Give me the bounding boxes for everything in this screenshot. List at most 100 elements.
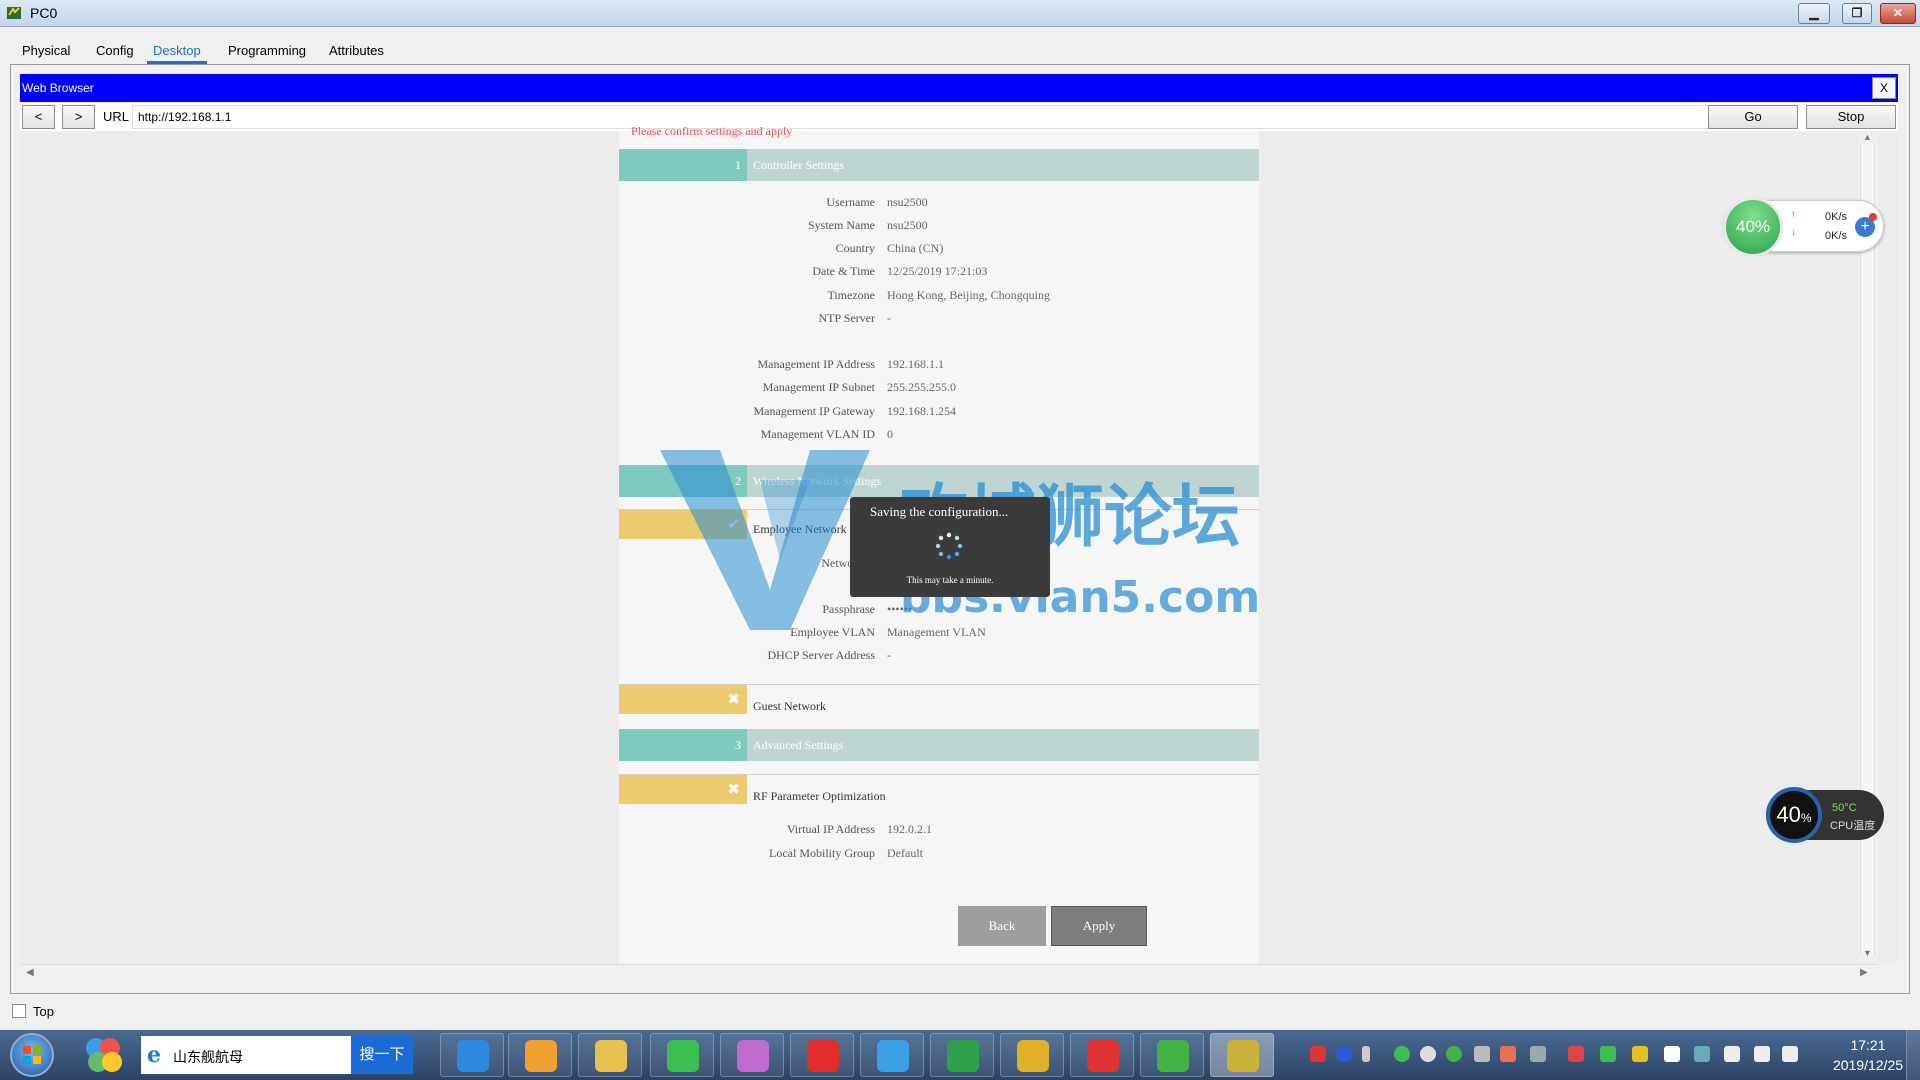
scroll-left-icon[interactable]: ◀: [26, 967, 34, 978]
taskbar-app-chrome[interactable]: [1000, 1033, 1064, 1077]
memory-usage-ball[interactable]: 40%: [1723, 197, 1783, 257]
maximize-button[interactable]: ❐: [1842, 3, 1872, 24]
taskbar-app-cloud[interactable]: [860, 1033, 924, 1077]
close-window-button[interactable]: ✕: [1880, 3, 1916, 24]
row-value: Hong Kong, Beijing, Chongquing: [887, 288, 1051, 302]
back-nav-button[interactable]: <: [22, 105, 55, 129]
taskbar-app-color-wheel[interactable]: [720, 1033, 784, 1077]
search-button[interactable]: 搜一下: [351, 1036, 413, 1074]
tray-red-icon[interactable]: [1310, 1046, 1326, 1062]
saving-title: Saving the configuration...: [870, 504, 1009, 519]
summary-row: Management IP Subnet 255.255.255.0: [619, 380, 1259, 396]
summary-row: Management IP Address 192.168.1.1: [619, 357, 1259, 373]
clock-time[interactable]: 17:21: [1838, 1037, 1898, 1053]
tray-qq-icon[interactable]: [1420, 1046, 1436, 1062]
bluetooth-icon[interactable]: [1664, 1046, 1680, 1062]
summary-row: System Name nsu2500: [619, 218, 1259, 234]
row-key: Timezone: [827, 288, 875, 302]
top-checkbox-label: Top: [33, 1004, 54, 1019]
tab-desktop[interactable]: Desktop: [147, 38, 207, 64]
window-titlebar: PC0 ▁ ❐ ✕: [0, 0, 1920, 27]
tray-plus-icon[interactable]: [1632, 1046, 1648, 1062]
row-value: -: [887, 311, 891, 325]
download-arrow-icon: ↓: [1791, 227, 1796, 238]
notification-dot: [1869, 213, 1877, 221]
summary-row: Employee VLAN Management VLAN: [619, 625, 1259, 641]
section-title: Wireless Network Settings: [753, 474, 882, 488]
packet-tracer-icon: [1227, 1040, 1259, 1072]
row-key: DHCP Server Address: [767, 648, 875, 662]
clock-date[interactable]: 2019/12/25: [1826, 1057, 1910, 1073]
row-value: Management VLAN: [887, 625, 986, 639]
taskbar-app-explorer[interactable]: [578, 1033, 642, 1077]
battery-icon[interactable]: [1754, 1046, 1770, 1062]
start-button[interactable]: [10, 1033, 54, 1077]
chrome-icon: [1017, 1040, 1049, 1072]
guest-network-header[interactable]: ✖ Guest Network: [619, 684, 1259, 714]
taskbar-app-green-doc[interactable]: [930, 1033, 994, 1077]
tray-users-icon[interactable]: [1500, 1046, 1516, 1062]
signal-icon[interactable]: [1724, 1046, 1740, 1062]
row-key: Management IP Address: [757, 357, 875, 371]
x-icon: ✖: [619, 775, 747, 804]
tray-expand-icon[interactable]: [1362, 1046, 1370, 1062]
taskbar-search-box[interactable]: e 山东舰航母: [141, 1036, 351, 1074]
taskbar-app-packet-tracer[interactable]: [1210, 1033, 1274, 1077]
rf-parameter-header[interactable]: ✖ RF Parameter Optimization: [619, 774, 1259, 804]
summary-row: Management VLAN ID 0: [619, 427, 1259, 443]
tray-window-icon[interactable]: [1474, 1046, 1490, 1062]
row-value: 255.255.255.0: [887, 380, 956, 394]
taskbar-app-red-q[interactable]: [790, 1033, 854, 1077]
go-button[interactable]: Go: [1708, 105, 1798, 129]
tray-monitor-icon[interactable]: [1694, 1046, 1710, 1062]
tab-physical[interactable]: Physical: [16, 38, 76, 64]
forward-nav-button[interactable]: >: [62, 105, 95, 129]
back-button[interactable]: Back: [958, 906, 1046, 946]
row-value: Default: [887, 846, 923, 860]
volume-icon[interactable]: [1782, 1046, 1798, 1062]
scroll-up-icon[interactable]: ▲: [1863, 132, 1872, 142]
tray-network-off-icon[interactable]: [1568, 1046, 1584, 1062]
subsection-title: Guest Network: [753, 699, 826, 713]
scroll-right-icon[interactable]: ▶: [1860, 967, 1868, 978]
taskbar-app-wechat[interactable]: [1140, 1033, 1204, 1077]
row-key: Management IP Gateway: [753, 404, 875, 418]
tray-wechat-icon[interactable]: [1446, 1046, 1462, 1062]
check-icon: ✔: [619, 510, 747, 539]
cpu-temperature-widget[interactable]: 40% 50°C CPU温度: [1766, 787, 1884, 843]
saving-subtitle: This may take a minute.: [906, 575, 994, 585]
show-desktop-button[interactable]: [1906, 1030, 1920, 1080]
top-checkbox[interactable]: [12, 1004, 26, 1018]
taskbar-app-ie[interactable]: [440, 1033, 504, 1077]
apply-button[interactable]: Apply: [1051, 906, 1147, 946]
minimize-button[interactable]: ▁: [1798, 3, 1830, 24]
browser-navbar: < > URL Go Stop: [20, 103, 1898, 131]
horizontal-scrollbar[interactable]: ◀ ▶: [20, 964, 1878, 982]
taskbar-app-media[interactable]: [508, 1033, 572, 1077]
network-speed-widget[interactable]: 40% ↑ 0K/s ↓ 0K/s +: [1723, 197, 1884, 257]
colorful-balls-icon[interactable]: [84, 1036, 124, 1074]
row-value: 192.168.1.1: [887, 357, 944, 371]
window-title: PC0: [30, 5, 58, 21]
section-controller-settings: 1 Controller Settings: [619, 149, 1259, 181]
scroll-down-icon[interactable]: ▼: [1863, 948, 1872, 958]
row-value: 192.0.2.1: [887, 822, 932, 836]
tray-device-icon[interactable]: [1530, 1046, 1546, 1062]
tab-config[interactable]: Config: [90, 38, 140, 64]
stop-button[interactable]: Stop: [1806, 105, 1896, 129]
search-query[interactable]: 山东舰航母: [173, 1047, 243, 1067]
taskbar-app-green-browser[interactable]: [650, 1033, 714, 1077]
url-input[interactable]: [132, 105, 1718, 129]
section-wireless-settings: 2 Wireless Network Settings: [619, 465, 1259, 497]
green-doc-icon: [947, 1040, 979, 1072]
taskbar-app-red-logo[interactable]: [1070, 1033, 1134, 1077]
subsection-title: RF Parameter Optimization: [753, 789, 886, 803]
tray-help-icon[interactable]: [1336, 1046, 1352, 1062]
tray-green-icon[interactable]: [1394, 1046, 1410, 1062]
color-wheel-icon: [737, 1040, 769, 1072]
tray-shield-icon[interactable]: [1600, 1046, 1616, 1062]
row-key: Country: [835, 241, 875, 255]
tab-attributes[interactable]: Attributes: [323, 38, 390, 64]
tab-programming[interactable]: Programming: [222, 38, 312, 64]
web-browser-close-button[interactable]: X: [1872, 77, 1896, 99]
